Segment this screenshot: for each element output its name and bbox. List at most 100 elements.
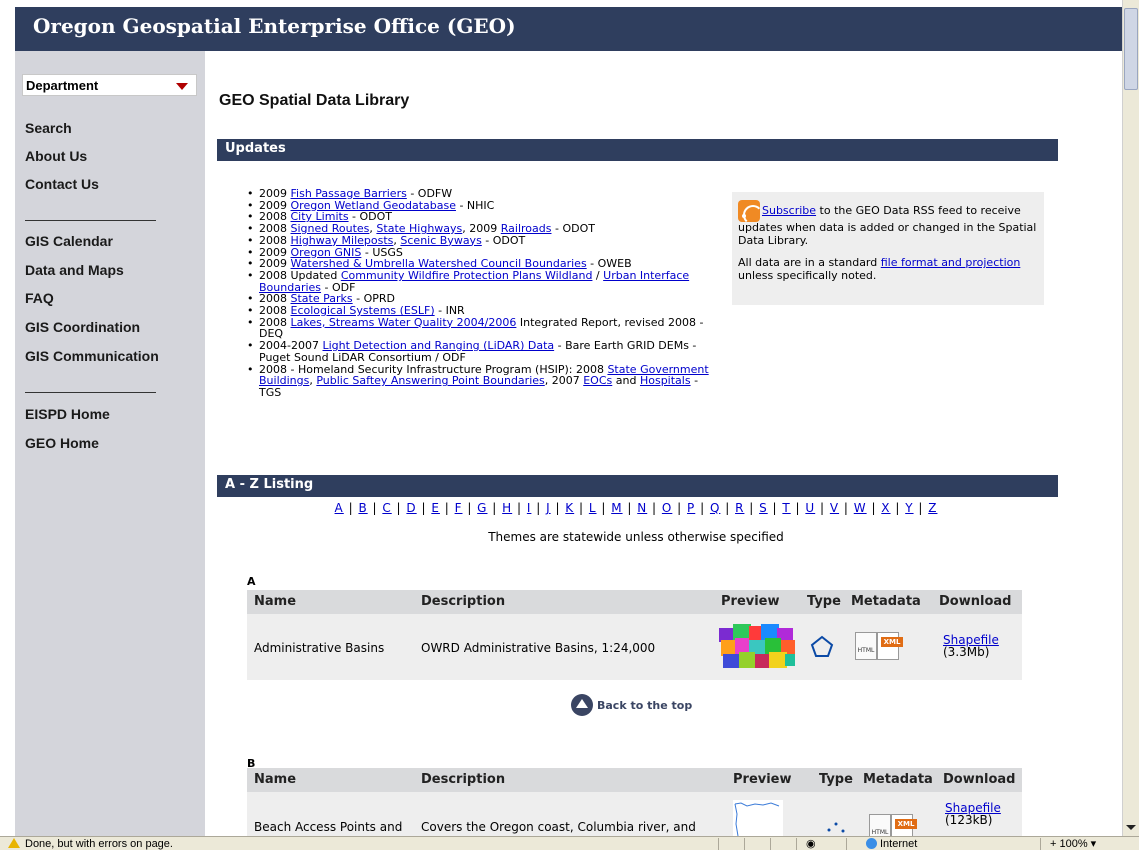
nav-gis-communication[interactable]: GIS Communication bbox=[25, 348, 159, 364]
nav-eispd-home[interactable]: EISPD Home bbox=[25, 406, 110, 422]
status-divider bbox=[796, 838, 797, 850]
letter-separator: | bbox=[815, 501, 830, 515]
az-letter-link[interactable]: W bbox=[854, 501, 867, 515]
update-link[interactable]: Community Wildfire Protection Plans Wild… bbox=[341, 269, 593, 282]
metadata-xml-icon[interactable]: XML bbox=[891, 814, 917, 836]
nav-gis-calendar[interactable]: GIS Calendar bbox=[25, 233, 113, 249]
az-letter-link[interactable]: B bbox=[358, 501, 367, 515]
az-letter-link[interactable]: Q bbox=[710, 501, 720, 515]
nav-contact-us[interactable]: Contact Us bbox=[25, 176, 99, 192]
warning-icon[interactable] bbox=[8, 838, 20, 848]
data-table-b: Name Description Preview Type Metadata D… bbox=[247, 768, 1022, 836]
zoom-level[interactable]: + 100% ▾ bbox=[1050, 837, 1096, 850]
az-letter-link[interactable]: Z bbox=[928, 501, 937, 515]
letter-separator: | bbox=[890, 501, 906, 515]
letter-separator: | bbox=[744, 501, 760, 515]
az-letter-link[interactable]: N bbox=[637, 501, 647, 515]
az-letter-link[interactable]: K bbox=[565, 501, 574, 515]
az-letter-link[interactable]: G bbox=[477, 501, 487, 515]
nav-search[interactable]: Search bbox=[25, 120, 72, 136]
update-text: - ODOT bbox=[481, 233, 526, 247]
nav-about-us[interactable]: About Us bbox=[25, 148, 87, 164]
header-preview: Preview bbox=[733, 772, 792, 787]
update-link[interactable]: Hospitals bbox=[640, 374, 691, 387]
subscribe-link[interactable]: Subscribe bbox=[762, 204, 816, 217]
az-letter-link[interactable]: S bbox=[759, 501, 768, 515]
sidebar: Department Search About Us Contact Us GI… bbox=[15, 51, 205, 836]
update-link[interactable]: Lakes, Streams Water Quality 2004/2006 bbox=[291, 316, 517, 329]
header-metadata: Metadata bbox=[851, 594, 921, 609]
vertical-scrollbar[interactable] bbox=[1122, 0, 1139, 836]
header-type: Type bbox=[807, 594, 841, 609]
az-letter-link[interactable]: T bbox=[782, 501, 790, 515]
az-letter-link[interactable]: M bbox=[611, 501, 622, 515]
letter-separator: | bbox=[487, 501, 503, 515]
rss-box: Subscribe to the GEO Data RSS feed to re… bbox=[732, 192, 1044, 305]
update-link[interactable]: Scenic Byways bbox=[400, 234, 481, 247]
letter-separator: | bbox=[767, 501, 783, 515]
letter-separator: | bbox=[647, 501, 662, 515]
status-bar: Done, but with errors on page. ◉ Interne… bbox=[0, 836, 1139, 850]
az-letter-link[interactable]: A bbox=[335, 501, 344, 515]
update-item: 2004-2007 Light Detection and Ranging (L… bbox=[247, 340, 721, 363]
az-letter-link[interactable]: O bbox=[662, 501, 672, 515]
letter-separator: | bbox=[913, 501, 929, 515]
row-name: Beach Access Points and bbox=[254, 820, 403, 834]
point-type-icon bbox=[827, 822, 845, 833]
az-letter-link[interactable]: F bbox=[455, 501, 463, 515]
update-link[interactable]: Public Saftey Answering Point Boundaries bbox=[316, 374, 544, 387]
header-description: Description bbox=[421, 772, 506, 787]
metadata-html-icon[interactable]: HTML bbox=[869, 814, 891, 836]
main-content: GEO Spatial Data Library Updates 2009 Fi… bbox=[205, 51, 1121, 836]
az-letter-link[interactable]: H bbox=[502, 501, 512, 515]
scroll-down-arrow-icon[interactable] bbox=[1126, 825, 1136, 830]
letter-separator: | bbox=[343, 501, 359, 515]
updates-heading: Updates bbox=[217, 139, 1058, 161]
privacy-icon[interactable]: ◉ bbox=[806, 837, 816, 850]
scrollbar-thumb[interactable] bbox=[1124, 8, 1138, 90]
row-description: OWRD Administrative Basins, 1:24,000 bbox=[421, 641, 656, 655]
update-item: 2008 Updated Community Wildfire Protecti… bbox=[247, 269, 721, 293]
status-divider bbox=[718, 838, 719, 850]
metadata-html-icon[interactable]: HTML bbox=[855, 632, 877, 660]
rss-icon[interactable] bbox=[738, 200, 760, 222]
update-link[interactable]: EOCs bbox=[583, 374, 612, 387]
row-name: Administrative Basins bbox=[254, 641, 385, 655]
chevron-down-icon bbox=[176, 83, 188, 90]
az-letter-link[interactable]: U bbox=[805, 501, 815, 515]
letter-separator: | bbox=[622, 501, 638, 515]
update-text: - ODOT bbox=[551, 222, 595, 236]
status-divider bbox=[744, 838, 745, 850]
nav-gis-coordination[interactable]: GIS Coordination bbox=[25, 319, 140, 335]
header-name: Name bbox=[254, 772, 297, 787]
section-letter-a: A bbox=[247, 575, 256, 588]
table-row: Beach Access Points and Covers the Orego… bbox=[247, 792, 1022, 836]
polygon-type-icon bbox=[810, 635, 834, 657]
preview-map-thumbnail[interactable] bbox=[719, 622, 797, 670]
file-format-link[interactable]: file format and projection bbox=[881, 256, 1021, 269]
back-to-top-link[interactable]: Back to the top bbox=[571, 694, 692, 720]
az-letter-link[interactable]: D bbox=[406, 501, 416, 515]
az-letter-link[interactable]: C bbox=[382, 501, 391, 515]
nav-geo-home[interactable]: GEO Home bbox=[25, 435, 99, 451]
nav-faq[interactable]: FAQ bbox=[25, 290, 54, 306]
metadata-xml-icon[interactable]: XML bbox=[877, 632, 903, 660]
preview-map-thumbnail[interactable] bbox=[733, 800, 783, 836]
department-select-value: Department bbox=[26, 78, 99, 93]
up-arrow-icon bbox=[571, 694, 593, 716]
az-letter-link[interactable]: V bbox=[830, 501, 839, 515]
az-letter-link[interactable]: L bbox=[589, 501, 597, 515]
az-note: Themes are statewide unless otherwise sp… bbox=[488, 530, 784, 544]
az-letter-link[interactable]: X bbox=[881, 501, 890, 515]
site-title: Oregon Geospatial Enterprise Office (GEO… bbox=[33, 14, 516, 38]
security-zone: Internet bbox=[866, 837, 917, 850]
az-letter-link[interactable]: Y bbox=[905, 501, 913, 515]
updates-list: 2009 Fish Passage Barriers - ODFW2009 Or… bbox=[247, 188, 721, 399]
table-header: Name Description Preview Type Metadata D… bbox=[247, 768, 1022, 792]
department-select[interactable]: Department bbox=[22, 74, 197, 96]
download-size: (3.3Mb) bbox=[943, 645, 990, 659]
az-letter-link[interactable]: E bbox=[431, 501, 440, 515]
az-letter-link[interactable]: R bbox=[735, 501, 744, 515]
nav-data-and-maps[interactable]: Data and Maps bbox=[25, 262, 124, 278]
letter-separator: | bbox=[550, 501, 566, 515]
